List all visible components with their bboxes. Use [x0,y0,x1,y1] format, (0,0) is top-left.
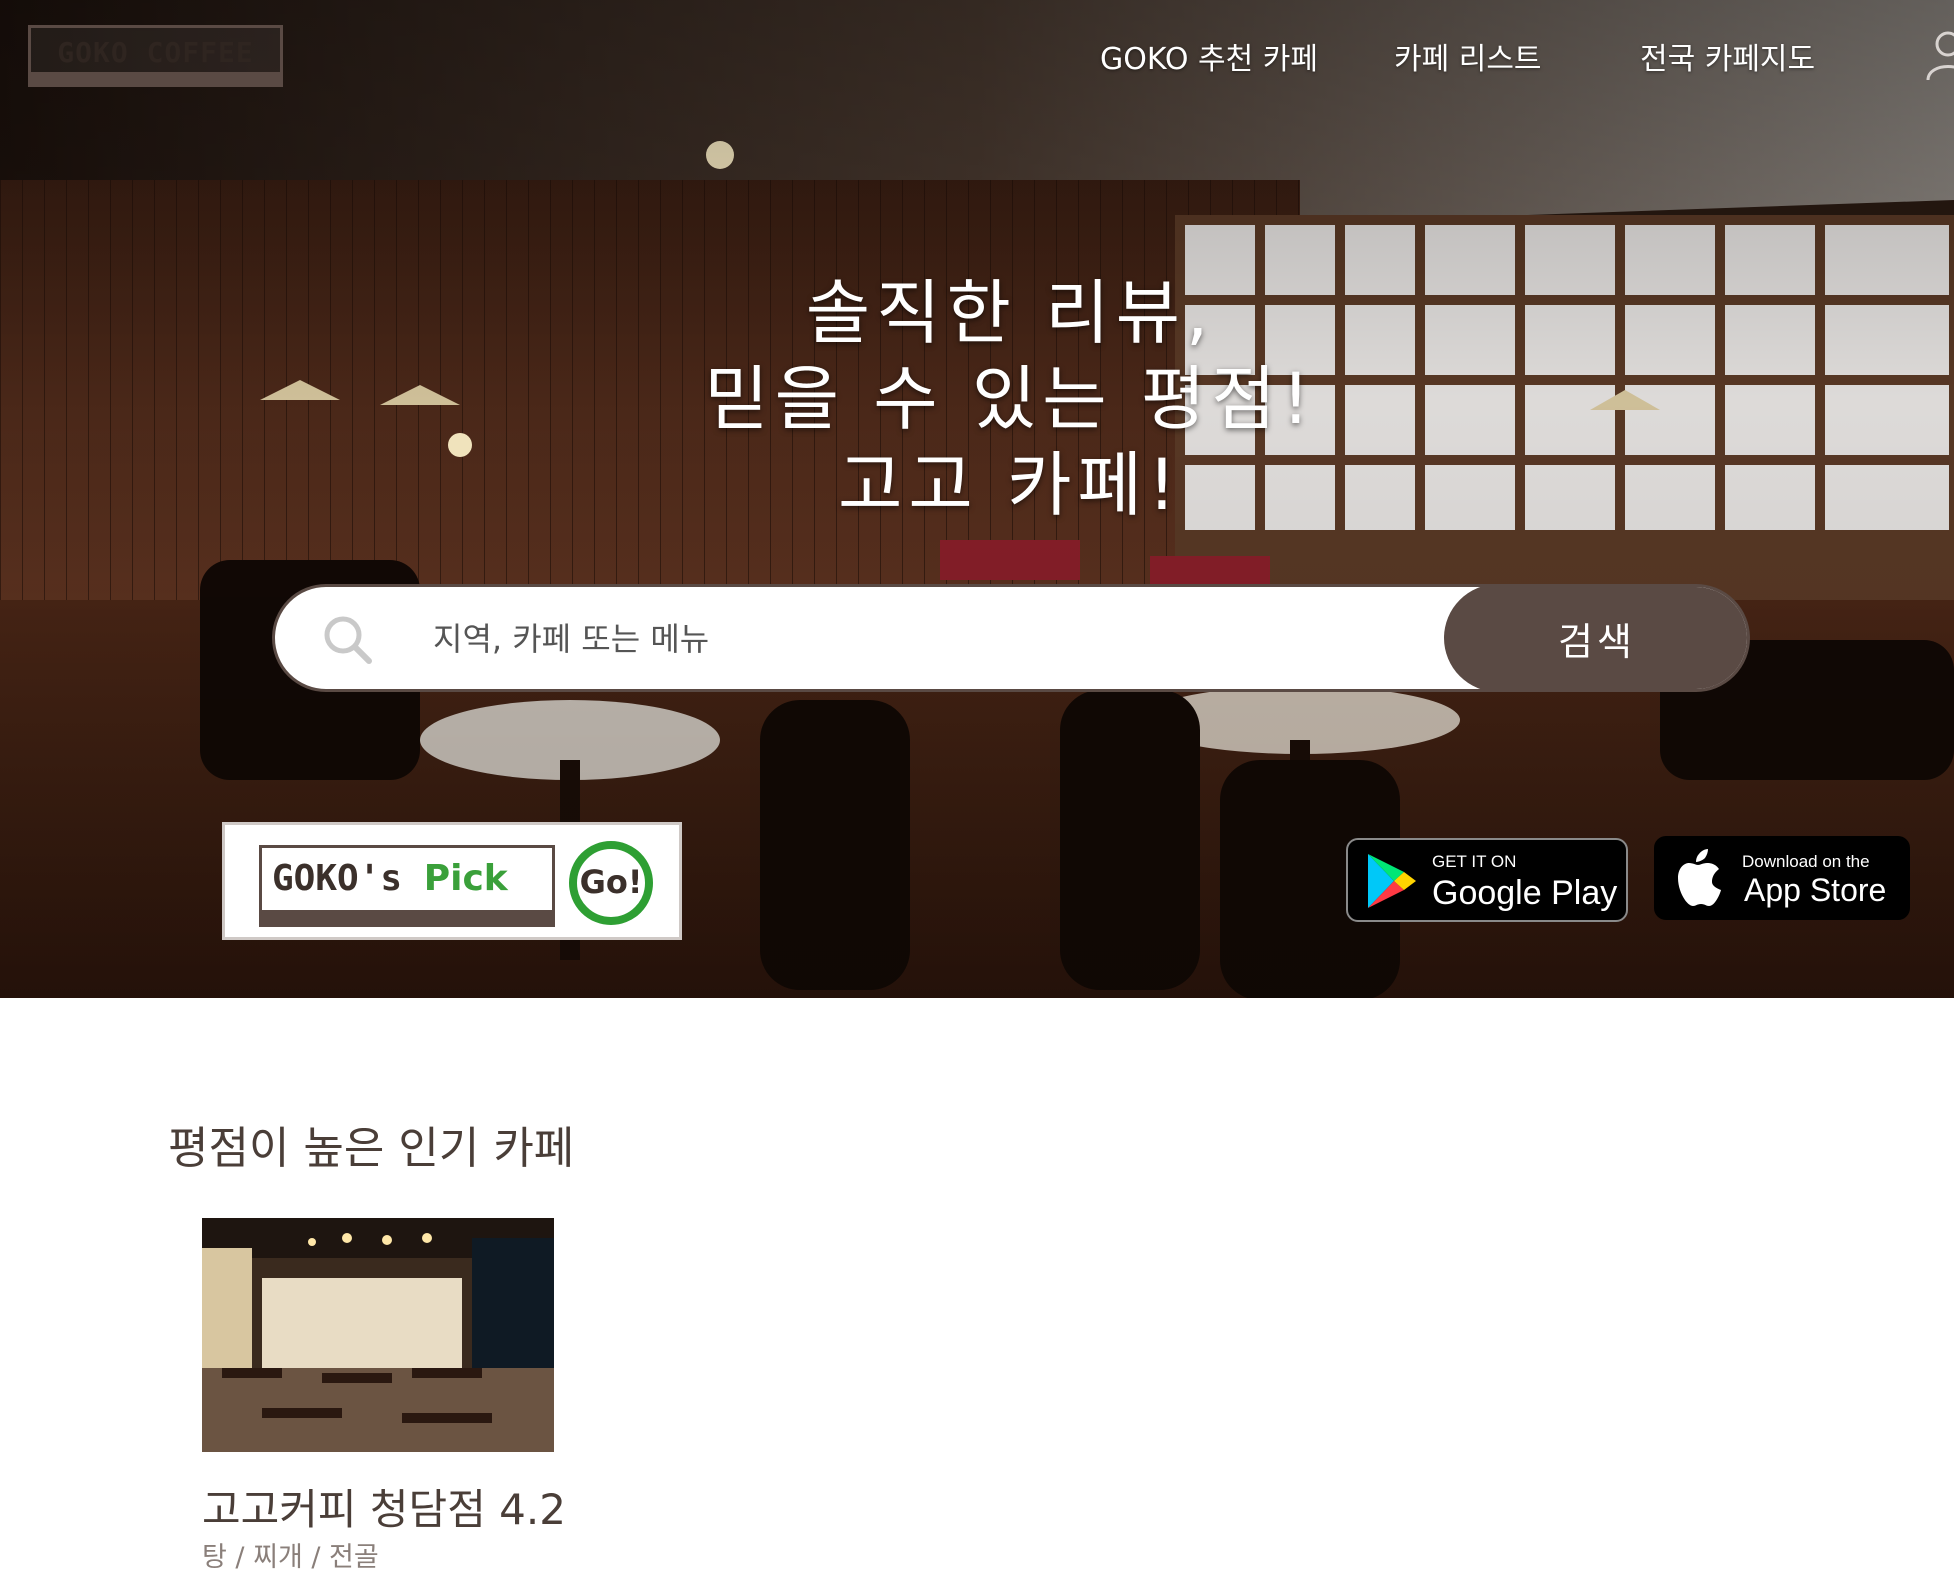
google-play-icon [1368,854,1416,908]
goko-pick-label-box: GOKO's Pick [259,845,555,927]
user-icon[interactable] [1922,28,1954,84]
nav-item-cafe-list[interactable]: 카페 리스트 [1394,34,1542,78]
app-store-badge[interactable]: Download on the App Store [1654,836,1910,920]
logo-text: GOKO COFFEE [57,36,254,69]
google-play-badge[interactable]: GET IT ON Google Play [1346,838,1628,922]
goko-pick-accent: Pick [423,858,508,899]
go-badge[interactable]: Go! [569,841,653,925]
google-play-small-text: GET IT ON [1432,852,1517,871]
headline-line-2: 믿을 수 있는 평점! [704,358,1316,440]
headline-line-1: 솔직한 리뷰, [805,272,1215,354]
apple-icon [1678,849,1721,906]
search-icon [324,616,372,664]
go-badge-label: Go! [579,863,643,901]
goko-pick-underline [262,910,552,924]
site-logo[interactable]: GOKO COFFEE [28,25,283,87]
nav-item-goko-recommend[interactable]: GOKO 추천 카페 [1100,34,1318,78]
search-input[interactable] [431,607,1455,671]
headline-line-3: 고고 카페! [838,444,1182,526]
hero-headline: 솔직한 리뷰, 믿을 수 있는 평점! 고고 카페! [500,270,1520,528]
cafe-card-category: 탕 / 찌개 / 전골 [202,1542,379,1573]
hero-banner: GOKO COFFEE GOKO 추천 카페 카페 리스트 전국 카페지도 솔직… [0,0,1954,998]
popular-section-title: 평점이 높은 인기 카페 [168,1123,575,1174]
goko-pick-text: GOKO's Pick [272,858,508,899]
logo-underline [31,72,280,84]
goko-pick-prefix: GOKO's [272,858,424,899]
app-store-big-text: App Store [1744,872,1887,908]
search-button[interactable]: 검색 [1444,587,1747,689]
nav-item-cafe-map[interactable]: 전국 카페지도 [1640,34,1815,78]
cafe-card-title[interactable]: 고고커피 청담점 4.2 [202,1476,566,1537]
google-play-big-text: Google Play [1432,874,1618,912]
goko-pick-banner[interactable]: GOKO's Pick Go! [222,822,682,940]
cafe-thumbnail-image[interactable] [202,1218,554,1452]
app-store-small-text: Download on the [1742,852,1870,871]
search-bar: 검색 [272,584,1750,692]
